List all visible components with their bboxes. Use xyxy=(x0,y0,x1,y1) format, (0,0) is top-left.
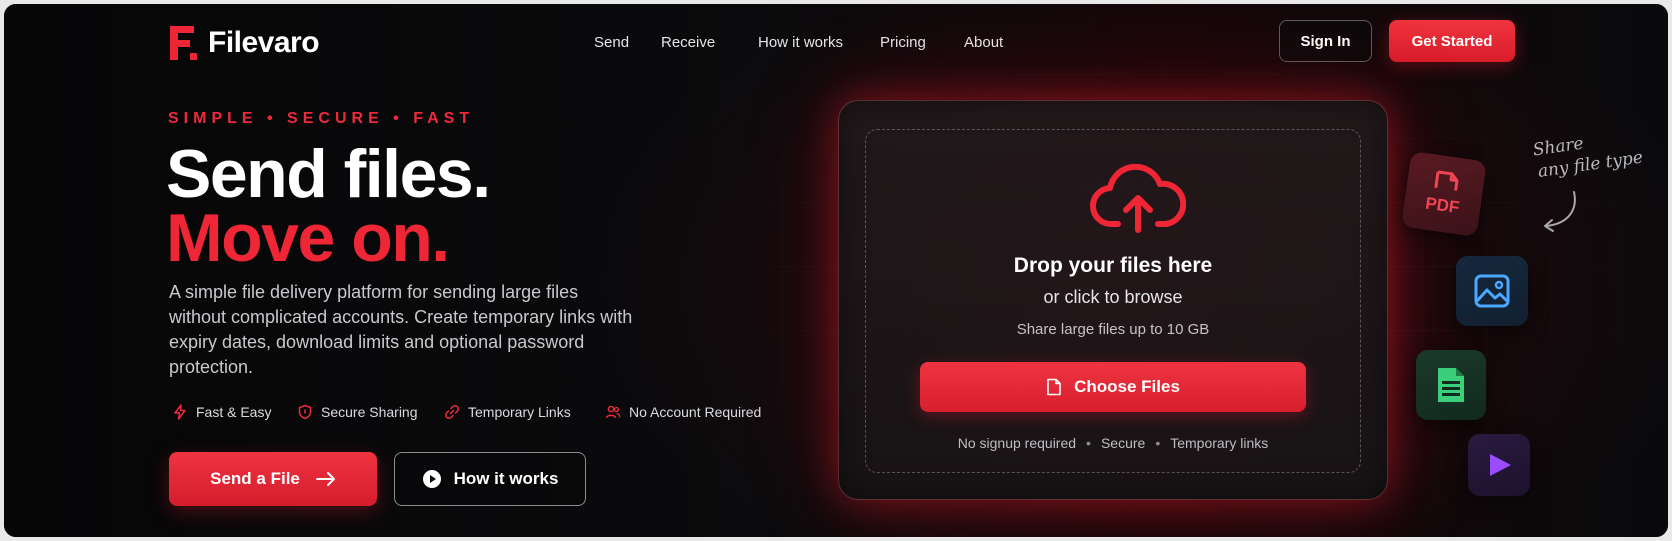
feature-label: Temporary Links xyxy=(468,404,571,420)
feature-label: Fast & Easy xyxy=(196,404,272,420)
feature-no-account: No Account Required xyxy=(605,404,761,420)
choose-files-label: Choose Files xyxy=(1074,377,1180,396)
play-circle-icon xyxy=(422,470,441,488)
play-icon xyxy=(1490,454,1511,476)
upload-card: Drop your files here or click to browse … xyxy=(838,100,1388,500)
pdf-file-tile: PDF xyxy=(1401,151,1487,237)
brand-name: Filevaro xyxy=(208,26,320,59)
choose-files-button[interactable]: Choose Files xyxy=(920,362,1306,412)
feature-secure-sharing: Secure Sharing xyxy=(297,404,418,420)
dropzone-subtitle: or click to browse xyxy=(1043,287,1183,307)
pdf-icon: PDF xyxy=(1424,170,1461,218)
feature-label: No Account Required xyxy=(629,404,762,420)
pdf-label: PDF xyxy=(1424,194,1460,218)
document-icon xyxy=(1438,368,1464,402)
headline-line-2: Move on. xyxy=(166,200,450,276)
footer-item: Secure xyxy=(1100,435,1146,451)
file-dropzone[interactable]: Drop your files here or click to browse … xyxy=(865,129,1361,473)
feature-label: Secure Sharing xyxy=(321,404,418,420)
hero-description: A simple file delivery platform for send… xyxy=(169,282,633,377)
video-file-tile xyxy=(1468,434,1530,496)
how-it-works-button[interactable]: How it works xyxy=(394,452,586,506)
send-file-label: Send a File xyxy=(210,469,300,488)
filevaro-logo-icon xyxy=(170,26,197,60)
sign-in-button[interactable]: Sign In xyxy=(1279,20,1372,62)
users-icon xyxy=(605,405,621,419)
file-icon xyxy=(1047,378,1061,396)
nav-about[interactable]: About xyxy=(964,34,1003,51)
headline-line-1: Send files. xyxy=(166,136,491,212)
feature-temporary-links: Temporary Links xyxy=(444,404,571,420)
curved-arrow-icon xyxy=(1544,191,1576,232)
footer-item: No signup required xyxy=(957,435,1077,451)
hero-headline: Send files. Move on. xyxy=(166,136,491,276)
bolt-icon xyxy=(174,404,186,420)
document-file-tile xyxy=(1416,350,1486,420)
nav-send[interactable]: Send xyxy=(594,34,629,51)
shield-icon xyxy=(298,404,312,420)
dropzone-size-limit: Share large files up to 10 GB xyxy=(1016,321,1210,338)
nav-how-it-works[interactable]: How it works xyxy=(758,34,843,51)
feature-fast-easy: Fast & Easy xyxy=(172,404,271,420)
cloud-upload-icon xyxy=(1090,163,1186,233)
hero-tagline: SIMPLE • SECURE • FAST xyxy=(168,110,475,127)
arrow-right-icon xyxy=(315,472,335,486)
footer-item: Temporary links xyxy=(1170,435,1269,451)
image-file-tile xyxy=(1456,256,1528,326)
link-icon xyxy=(445,405,459,419)
get-started-button[interactable]: Get Started xyxy=(1389,20,1515,62)
brand-logo[interactable]: Filevaro xyxy=(168,24,320,62)
dropzone-footer: No signup required • Secure • Temporary link… xyxy=(957,435,1269,451)
nav-receive[interactable]: Receive xyxy=(661,34,715,51)
page-frame: Filevaro Send Receive How it works Prici… xyxy=(4,4,1668,537)
image-icon xyxy=(1474,274,1510,308)
send-file-button[interactable]: Send a File xyxy=(169,452,377,506)
nav-pricing[interactable]: Pricing xyxy=(880,34,926,51)
how-it-works-label: How it works xyxy=(453,469,559,488)
dropzone-title: Drop your files here xyxy=(1013,254,1213,277)
